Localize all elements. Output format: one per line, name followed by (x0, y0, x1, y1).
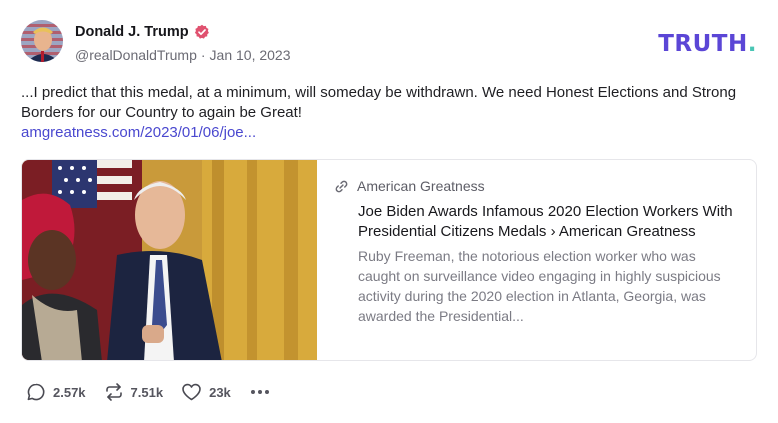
more-options-button[interactable] (249, 386, 271, 398)
like-count: 23k (209, 384, 231, 400)
retruth-button[interactable]: 7.51k (104, 382, 164, 402)
logo-text: TRUTH (658, 31, 748, 57)
avatar[interactable] (21, 20, 63, 62)
author-block: Donald J. Trump @realDonaldTrump · Jan 1… (75, 22, 291, 63)
more-dot-icon (264, 390, 269, 394)
meta-separator: · (200, 47, 206, 63)
post-date[interactable]: Jan 10, 2023 (210, 47, 291, 63)
reply-button[interactable]: 2.57k (26, 382, 86, 402)
verified-badge-icon (194, 24, 210, 40)
more-dot-icon (257, 390, 262, 394)
link-preview-card[interactable]: American Greatness Joe Biden Awards Infa… (21, 159, 757, 361)
post-text: ...I predict that this medal, at a minim… (21, 84, 737, 121)
card-description: Ruby Freeman, the notorious election wor… (358, 248, 721, 324)
handle[interactable]: @realDonaldTrump (75, 47, 197, 63)
link-icon (334, 179, 349, 194)
truth-post: Donald J. Trump @realDonaldTrump · Jan 1… (0, 0, 778, 423)
reply-count: 2.57k (53, 384, 86, 400)
truth-social-logo[interactable]: TRUTH. (658, 31, 757, 57)
heart-icon (182, 383, 201, 401)
more-dot-icon (250, 390, 255, 394)
post-link[interactable]: amgreatness.com/2023/01/06/joe... (21, 123, 256, 143)
card-image[interactable] (22, 160, 317, 360)
card-title[interactable]: Joe Biden Awards Infamous 2020 Election … (358, 202, 736, 242)
like-button[interactable]: 23k (181, 382, 231, 402)
logo-dot: . (747, 31, 757, 57)
post-actions: 2.57k 7.51k 23k (26, 382, 271, 402)
retruth-count: 7.51k (130, 384, 164, 400)
retruth-icon (105, 383, 122, 401)
display-name[interactable]: Donald J. Trump (75, 24, 189, 40)
avatar-image (21, 20, 63, 62)
reply-icon (27, 383, 45, 401)
card-source: American Greatness (357, 178, 485, 194)
